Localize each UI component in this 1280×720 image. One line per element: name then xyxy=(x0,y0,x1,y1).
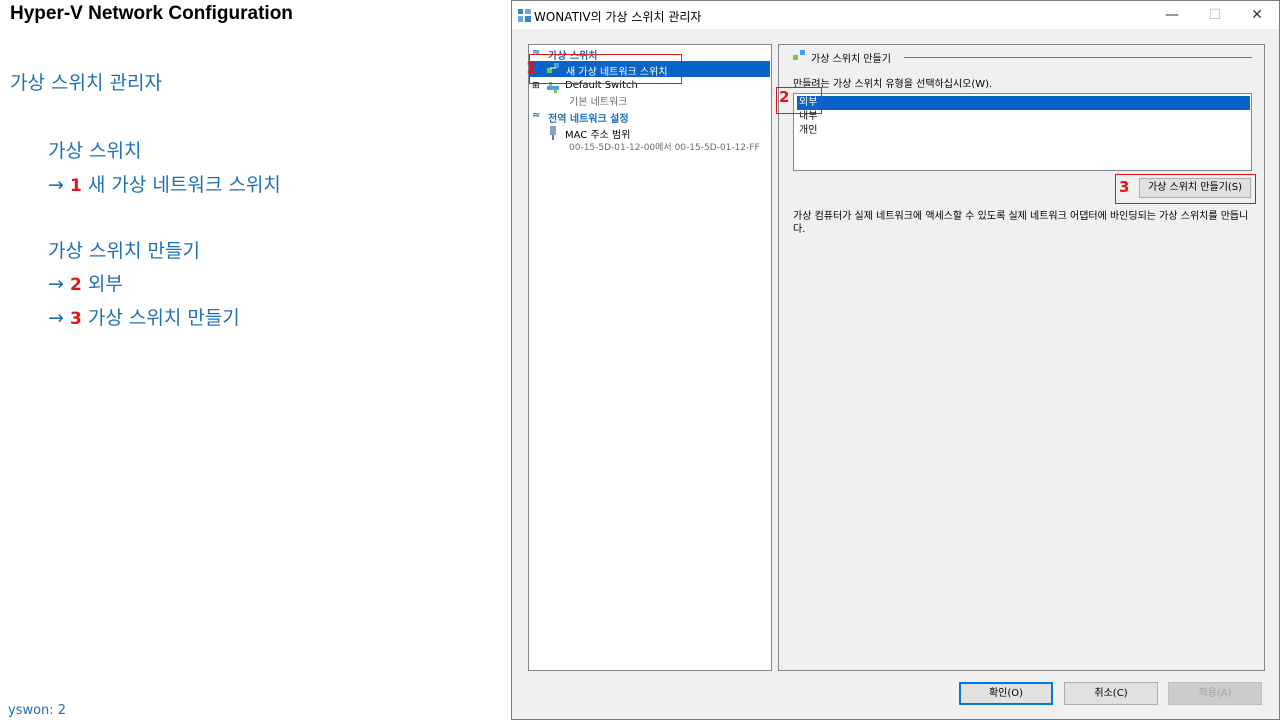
step3-text: 가상 스위치 만들기 xyxy=(87,307,240,329)
arrow-icon: → xyxy=(48,174,64,196)
close-button[interactable]: ✕ xyxy=(1242,5,1272,25)
new-switch-icon xyxy=(793,50,805,60)
virtual-switch-manager-dialog: WONATIV의 가상 스위치 관리자 — ☐ ✕ ≈ 가상 스위치 새 가상 … xyxy=(511,0,1280,720)
switch-type-prompt: 만들려는 가상 스위치 유형을 선택하십시오(W). xyxy=(793,79,993,90)
group-divider xyxy=(904,57,1252,58)
heading-switch-manager: 가상 스위치 관리자 xyxy=(10,72,162,94)
slide-title: Hyper-V Network Configuration xyxy=(10,3,293,24)
step-number-1: 1 xyxy=(69,176,82,196)
annotation-number-3: 3 xyxy=(1119,178,1130,196)
step-number-3: 3 xyxy=(69,309,82,329)
hyperv-app-icon xyxy=(518,9,531,22)
ok-button[interactable]: 확인(O) xyxy=(959,682,1053,705)
mac-range-value: 00-15-5D-01-12-00에서 00-15-5D-01-12-FF xyxy=(569,143,760,153)
group-title-create-switch: 가상 스위치 만들기 xyxy=(811,54,891,65)
maximize-button[interactable]: ☐ xyxy=(1200,5,1230,25)
switch-type-description: 가상 컴퓨터가 실제 네트워크에 액세스할 수 있도록 실제 네트워크 어댑터에… xyxy=(793,211,1249,235)
arrow-icon: → xyxy=(48,273,64,295)
step2-label: 가상 스위치 만들기 xyxy=(48,240,200,262)
annotation-box-3 xyxy=(1115,174,1256,204)
dialog-titlebar[interactable]: WONATIV의 가상 스위치 관리자 — ☐ ✕ xyxy=(512,1,1279,29)
switch-type-option-internal[interactable]: 내부 xyxy=(797,110,1250,124)
network-adapter-icon xyxy=(550,126,556,140)
switch-type-option-private[interactable]: 개인 xyxy=(797,124,1250,138)
section-global-network-settings: 전역 네트워크 설정 xyxy=(548,114,629,125)
step-number-2: 2 xyxy=(69,275,82,295)
annotation-number-1: 1 xyxy=(526,59,537,77)
switch-type-option-external[interactable]: 외부 xyxy=(797,96,1250,110)
step3-line: → 3 가상 스위치 만들기 xyxy=(48,303,240,330)
step1-label: 가상 스위치 xyxy=(48,140,142,162)
step2-text: 외부 xyxy=(87,273,123,295)
step1-line: → 1 새 가상 네트워크 스위치 xyxy=(48,170,281,197)
switch-type-listbox[interactable]: 외부 내부 개인 xyxy=(793,93,1252,171)
tree-item-mac-range[interactable]: MAC 주소 범위 xyxy=(565,126,630,141)
annotation-number-2: 2 xyxy=(779,88,790,106)
default-switch-subtitle: 기본 네트워크 xyxy=(569,97,628,108)
annotation-box-1 xyxy=(529,54,682,84)
arrow-icon: → xyxy=(48,307,64,329)
cancel-button[interactable]: 취소(C) xyxy=(1064,682,1158,705)
apply-button[interactable]: 적용(A) xyxy=(1168,682,1262,705)
dialog-title: WONATIV의 가상 스위치 관리자 xyxy=(534,10,702,24)
step1-text: 새 가상 네트워크 스위치 xyxy=(87,174,281,196)
collapse-chevron-icon[interactable]: ≈ xyxy=(532,110,540,121)
footer-page-number: yswon: 2 xyxy=(8,703,67,718)
step2-line: → 2 외부 xyxy=(48,269,123,296)
minimize-button[interactable]: — xyxy=(1157,5,1187,25)
